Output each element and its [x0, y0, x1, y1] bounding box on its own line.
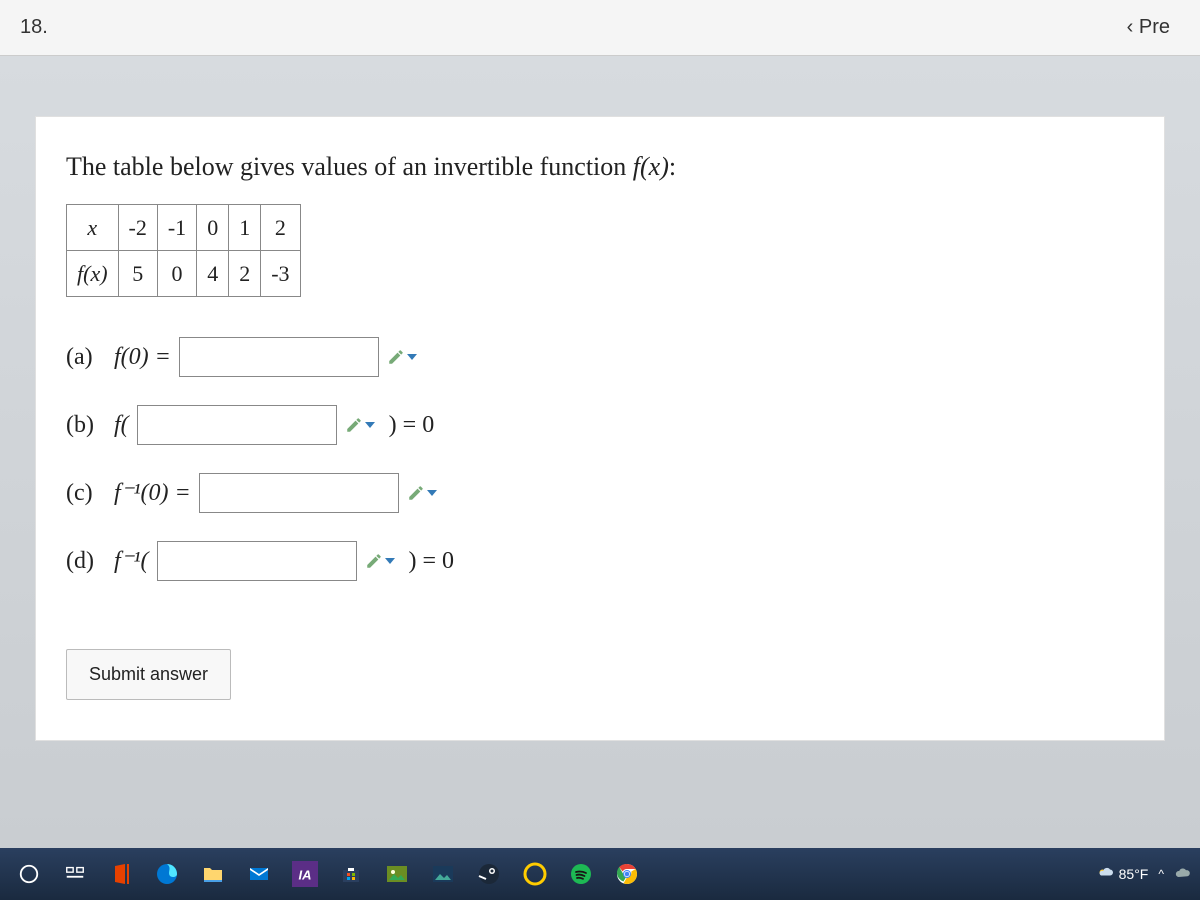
chevron-down-icon [427, 490, 437, 496]
cell: 0 [157, 251, 196, 297]
cell: -2 [118, 205, 157, 251]
steam-icon[interactable] [468, 853, 510, 895]
submit-answer-button[interactable]: Submit answer [66, 649, 231, 700]
windows-taskbar: IA 85°F ^ [0, 848, 1200, 900]
part-b: (b) f( ) = 0 [66, 405, 1134, 445]
pencil-icon [387, 348, 405, 366]
cell: -3 [261, 251, 300, 297]
part-b-input[interactable] [137, 405, 337, 445]
part-a: (a) f(0) = [66, 337, 1134, 377]
office-icon[interactable] [100, 853, 142, 895]
picture-app2-icon[interactable] [422, 853, 464, 895]
equation-editor-button[interactable] [345, 410, 375, 440]
chevron-down-icon [385, 558, 395, 564]
x-label: x [67, 205, 119, 251]
table-row-x: x -2 -1 0 1 2 [67, 205, 301, 251]
fx-label: f(x) [67, 251, 119, 297]
picture-app-icon[interactable] [376, 853, 418, 895]
cell: 2 [261, 205, 300, 251]
cell: 4 [197, 251, 229, 297]
question-number: 18. [20, 16, 48, 39]
edge-icon[interactable] [146, 853, 188, 895]
norton-icon[interactable] [514, 853, 556, 895]
parts-list: (a) f(0) = (b) f( ) = 0 (c) f⁻¹(0) = [66, 337, 1134, 581]
part-c: (c) f⁻¹(0) = [66, 473, 1134, 513]
question-content: The table below gives values of an inver… [35, 116, 1165, 741]
cell: 5 [118, 251, 157, 297]
part-b-expr-pre: f( [114, 407, 129, 443]
pencil-icon [365, 552, 383, 570]
prompt-suffix: : [669, 152, 676, 181]
task-view-icon[interactable] [54, 853, 96, 895]
weather-widget[interactable]: 85°F [1095, 865, 1149, 883]
chevron-down-icon [365, 422, 375, 428]
prompt-text: The table below gives values of an inver… [66, 152, 633, 181]
cell: -1 [157, 205, 196, 251]
part-a-label: (a) [66, 339, 106, 375]
part-b-label: (b) [66, 407, 106, 443]
part-b-expr-post: ) = 0 [389, 407, 435, 443]
cell: 0 [197, 205, 229, 251]
file-explorer-icon[interactable] [192, 853, 234, 895]
part-c-expr: f⁻¹(0) = [114, 475, 191, 511]
part-d-label: (d) [66, 543, 106, 579]
prompt-fx: f(x) [633, 152, 669, 181]
store-icon[interactable] [330, 853, 372, 895]
part-d-expr-pre: f⁻¹( [114, 543, 149, 579]
svg-text:IA: IA [299, 867, 312, 882]
temperature: 85°F [1119, 866, 1149, 882]
question-prompt: The table below gives values of an inver… [66, 147, 1134, 186]
part-c-input[interactable] [199, 473, 399, 513]
part-a-input[interactable] [179, 337, 379, 377]
equation-editor-button[interactable] [407, 478, 437, 508]
function-table: x -2 -1 0 1 2 f(x) 5 0 4 2 -3 [66, 204, 301, 297]
equation-editor-button[interactable] [387, 342, 417, 372]
cell: 1 [229, 205, 261, 251]
part-d: (d) f⁻¹( ) = 0 [66, 541, 1134, 581]
pencil-icon [345, 416, 363, 434]
onedrive-icon[interactable] [1174, 865, 1192, 883]
cell: 2 [229, 251, 261, 297]
ia-app-icon[interactable]: IA [284, 853, 326, 895]
question-header: 18. ‹ Pre [0, 0, 1200, 56]
part-d-input[interactable] [157, 541, 357, 581]
spotify-icon[interactable] [560, 853, 602, 895]
part-a-expr: f(0) = [114, 339, 171, 375]
mail-icon[interactable] [238, 853, 280, 895]
system-tray: 85°F ^ [1095, 865, 1192, 883]
previous-button[interactable]: ‹ Pre [1117, 12, 1180, 43]
table-row-fx: f(x) 5 0 4 2 -3 [67, 251, 301, 297]
tray-chevron-icon[interactable]: ^ [1158, 867, 1164, 881]
taskbar-left: IA [8, 853, 1089, 895]
part-d-expr-post: ) = 0 [409, 543, 455, 579]
part-c-label: (c) [66, 475, 106, 511]
pencil-icon [407, 484, 425, 502]
sun-icon [1095, 865, 1113, 883]
equation-editor-button[interactable] [365, 546, 395, 576]
chrome-icon[interactable] [606, 853, 648, 895]
cortana-icon[interactable] [8, 853, 50, 895]
chevron-down-icon [407, 354, 417, 360]
